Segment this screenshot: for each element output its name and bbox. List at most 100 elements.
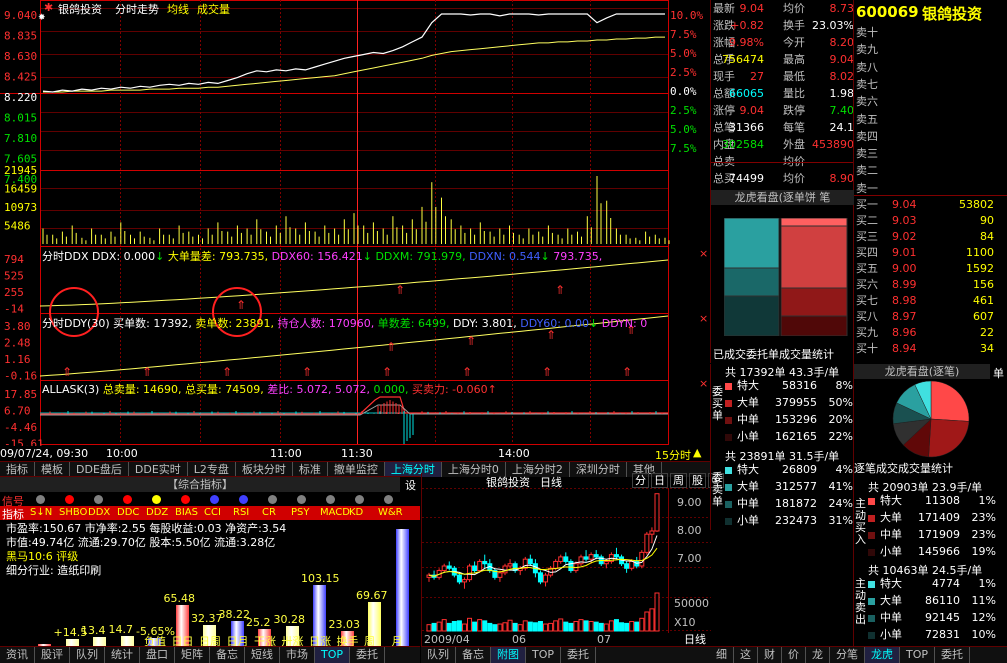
quote-cell: 量比 — [783, 87, 805, 100]
quote-cell: 均价 — [783, 2, 805, 15]
footer-tab[interactable]: 备忘 — [210, 647, 245, 663]
dragon-order-title[interactable]: 龙虎看盘(逐单饼 笔 — [711, 190, 854, 205]
footer-tab[interactable]: 队列 — [70, 647, 105, 663]
footer-tab[interactable]: 附图 — [491, 647, 526, 663]
dragon-order-stat-title: 已成交委托单成交量统计 — [713, 348, 834, 361]
ddx-header: 分时DDX DDX: 0.000↓ 大单量差: 793.735, DDX60: … — [42, 250, 603, 263]
footer-tab[interactable]: TOP — [526, 647, 562, 663]
active-sell-label: 主动卖出 — [855, 577, 866, 626]
footer-tab[interactable]: 矩阵 — [175, 647, 210, 663]
footer-tab[interactable]: 备忘 — [456, 647, 491, 663]
footer-tab[interactable]: 细 — [710, 647, 734, 663]
dragon-row-pct: 31% — [828, 514, 853, 527]
buy-level-row: 买二 9.03 90 — [854, 214, 1007, 228]
intraday-stock-name: 银鸽投资 — [58, 3, 102, 16]
dragon-row-pct: 1% — [978, 577, 996, 590]
quote-cell: 每笔 — [783, 121, 805, 134]
quote-panel: 最新 9.04 均价 8.73 涨跌 +0.82 换手 23.03% 涨幅 9.98% 今开 8.20… — [710, 0, 854, 190]
buy-level-volume: 607 — [973, 310, 994, 323]
gear-icon[interactable]: ✱ — [44, 1, 53, 14]
footer-tab[interactable]: 龙 — [806, 647, 830, 663]
quote-cell: 最低 — [783, 70, 805, 83]
dragon-tick-panel: 龙虎看盘(逐笔) 单 逐笔成交成交量统计 共 20903单 23.9手/单 主动… — [853, 364, 1007, 646]
footer-tab[interactable]: 委托 — [935, 647, 971, 663]
intraday-panel[interactable]: 9.040 8.835 8.630 8.425 8.220 8.015 7.810 7.605… — [0, 0, 710, 462]
candle-body — [527, 558, 533, 565]
dragon-tick-title[interactable]: 龙虎看盘(逐笔) — [854, 364, 990, 379]
settings-button[interactable]: 设 — [405, 477, 416, 493]
footer-tab[interactable]: 股评 — [35, 647, 70, 663]
close-icon[interactable]: × — [699, 377, 708, 390]
footer-tab[interactable]: 统计 — [105, 647, 140, 663]
dragon-row-pct: 19% — [971, 545, 996, 558]
ddx-line — [39, 259, 669, 307]
sell-level-label: 卖八 — [856, 60, 878, 74]
dragon-row-label: 大单 — [880, 511, 902, 524]
sell-level-label: 卖七 — [856, 77, 878, 91]
allask-v1: 5.072, — [334, 383, 370, 396]
legend-swatch — [868, 498, 875, 505]
candle-body — [497, 572, 503, 578]
close-icon[interactable]: × — [699, 247, 708, 260]
kline-date-label: 06 — [512, 633, 526, 646]
buy-level-row: 买八 8.97 607 — [854, 310, 1007, 324]
buy-level-price: 8.96 — [892, 326, 917, 339]
quote-cell: 8.73 — [829, 2, 855, 15]
kline-panel[interactable]: 银鸽投资 日线 分日周股① 9.00 8.00 7.00 50000 X10 2009/0… — [421, 473, 724, 646]
indicator-tab[interactable]: 模板 — [35, 462, 70, 477]
indicator-tab[interactable]: 撤单监控 — [328, 462, 385, 477]
footer-tab[interactable]: TOP — [900, 647, 936, 663]
sell-level-label: 卖四 — [856, 129, 878, 143]
candle-body — [639, 551, 645, 567]
pct-tick: 2.5% — [670, 104, 697, 117]
legend-swatch — [725, 417, 732, 424]
treemap-cell — [780, 287, 848, 317]
close-icon[interactable]: × — [699, 312, 708, 325]
footer-tab[interactable]: 队列 — [421, 647, 456, 663]
footer-tab[interactable]: 资讯 — [0, 647, 35, 663]
footer-tab[interactable]: 盘口 — [140, 647, 175, 663]
allask-title: ALLASK(3) — [42, 383, 100, 396]
buy-level-label: 买五 — [856, 262, 878, 275]
footer-tab[interactable]: 委托 — [561, 647, 597, 663]
footer-tab[interactable]: 市场 — [280, 647, 315, 663]
kline-volume-bar — [456, 620, 462, 632]
footer-tab[interactable]: 龙虎 — [865, 647, 900, 663]
footer-tab[interactable]: TOP — [315, 647, 351, 663]
quote-cell: 最高 — [783, 53, 805, 66]
footer-tab[interactable]: 这 — [734, 647, 758, 663]
buy-level-volume: 84 — [980, 230, 994, 243]
dragon-row-volume: 11308 — [925, 494, 960, 507]
signal-dot — [210, 495, 219, 504]
footer-tab[interactable]: 短线 — [245, 647, 280, 663]
footer-tab[interactable]: 委托 — [350, 647, 386, 663]
buy-level-row: 买六 8.99 156 — [854, 278, 1007, 292]
indicator-tab[interactable]: 标准 — [293, 462, 328, 477]
avg-line-legend: 均线 — [167, 3, 189, 16]
buy-level-label: 买一 — [856, 198, 878, 211]
candle-body — [644, 533, 650, 553]
ddx-tick: 794 — [4, 253, 24, 266]
dragon-order-panel: 龙虎看盘(逐单饼 笔 已成交委托单成交量统计 — [710, 190, 854, 363]
price-tick: 8.835 — [4, 30, 37, 43]
indicator-tab[interactable]: DDE盘后 — [70, 462, 129, 477]
quote-cell: +0.82 — [730, 19, 764, 32]
kline-volume-bar — [517, 624, 523, 632]
indicator-tab[interactable]: 指标 — [0, 462, 35, 477]
pie-slice — [928, 418, 970, 458]
dragon-row-volume: 162165 — [775, 430, 817, 443]
footer-tab[interactable]: 财 — [758, 647, 782, 663]
kline-volume-bar — [573, 621, 579, 632]
sell-level-label: 卖五 — [856, 112, 878, 126]
buy-level-label: 买四 — [856, 246, 878, 259]
price-tick: 8.630 — [4, 50, 37, 63]
footer-tab[interactable]: 价 — [782, 647, 806, 663]
indicator-tab[interactable]: L2专盘 — [188, 462, 236, 477]
buy-level-volume: 90 — [980, 214, 994, 227]
footer-tab[interactable]: 分笔 — [830, 647, 865, 663]
bar-value-label: 25.2 — [246, 616, 271, 629]
indicator-tab[interactable]: 板块分时 — [236, 462, 293, 477]
signal-dot — [384, 495, 393, 504]
indicator-tab[interactable]: DDE实时 — [129, 462, 188, 477]
quote-cell: 1.98 — [829, 87, 855, 100]
